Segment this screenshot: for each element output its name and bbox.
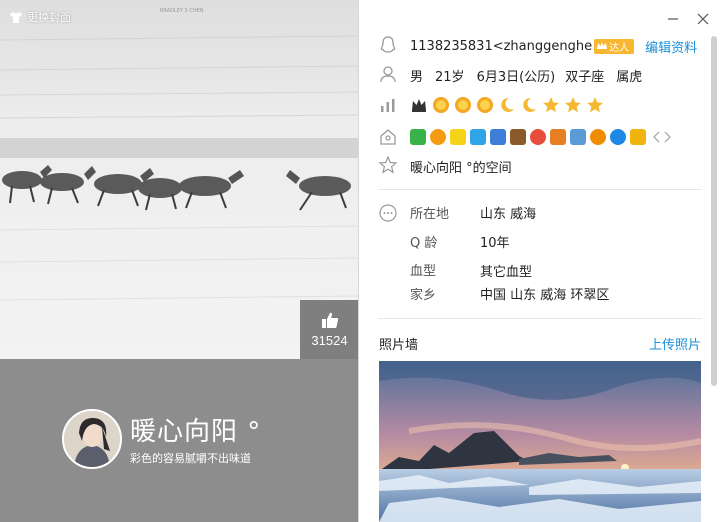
star-icon [565,97,581,113]
star-icon [587,97,603,113]
detail-value-blood-type: 其它血型 [480,265,533,280]
qq-penguin-outline-icon [380,36,396,53]
divider [378,189,702,190]
star-outline-icon [378,155,398,174]
avatar[interactable] [62,409,122,469]
chevron-right-icon[interactable] [662,130,672,144]
photo-wall-image[interactable] [379,361,701,522]
services-row [410,127,672,147]
qq-farm-icon[interactable] [510,129,526,145]
scrollbar-thumb[interactable] [711,36,717,386]
chevron-left-icon[interactable] [652,130,662,144]
home-icon [380,129,396,145]
birthday: 6月3日(公历) [476,69,556,85]
edit-profile-link[interactable]: 编辑资料 [645,37,697,56]
detail-label-hometown: 家乡 [410,288,437,303]
moon-icon [523,97,536,112]
divider [378,318,702,319]
upload-photo-link[interactable]: 上传照片 [649,334,701,353]
level-chart-icon [381,99,395,112]
like-button[interactable]: 31524 [300,300,358,359]
qq-vip-icon[interactable] [410,129,426,145]
detail-value-location: 山东 威海 [480,207,537,222]
qq-star-icon[interactable] [450,129,466,145]
level-row[interactable] [410,95,604,115]
photo-wall-title: 照片墙 [379,337,419,353]
qq-eye-icon[interactable] [530,129,546,145]
vip-badge[interactable]: 达人 [594,38,635,54]
change-cover-label: 更换封面 [27,11,71,24]
change-cover-button[interactable]: 更换封面 [10,9,71,25]
qq-id-row: 1138235831<zhanggenghe 达人 编辑资料 [410,36,697,56]
qq-penguin-icon[interactable] [610,129,626,145]
gender: 男 [410,69,424,85]
age: 21岁 [435,69,465,85]
cover-panel: BRADLEY S CHEN 更换封面 31524 暖心向阳 ° 彩色的容易腻嚼… [0,0,359,522]
sun-icon [455,97,471,113]
cover-watermark: BRADLEY S CHEN [160,8,204,14]
crown-badge-icon [597,42,608,49]
qq-id: 1138235831<zhanggenghe [410,38,593,54]
person-icon [380,66,396,83]
detail-label-location: 所在地 [410,207,450,222]
detail-label-q-age: Q 龄 [410,236,438,251]
vip-badge-label: 达人 [609,42,630,54]
qq-game-icon[interactable] [430,129,446,145]
like-count: 31524 [311,333,348,348]
signature: 彩色的容易腻嚼不出味道 [130,452,251,465]
sun-icon [477,97,493,113]
crown-icon [412,99,426,112]
space-row[interactable]: 暖心向阳 °的空间 [410,156,512,176]
detail-label-blood-type: 血型 [410,264,437,279]
photo-wall-header: 照片墙 [379,334,419,353]
qq-photo-icon[interactable] [490,129,506,145]
profile-panel: 1138235831<zhanggenghe 达人 编辑资料 男 21岁 6月3… [360,0,722,522]
upload-photo-row: 上传照片 [649,334,701,353]
close-icon[interactable] [696,12,710,26]
sun-icon [433,97,449,113]
qq-app-icon[interactable] [470,129,486,145]
more-icon [379,204,397,222]
zodiac: 双子座 [565,69,605,85]
minimize-icon[interactable] [666,12,680,26]
shirt-icon [10,11,22,23]
thumbs-up-icon [321,312,338,328]
qq-music-icon[interactable] [590,129,606,145]
qq-mail-icon[interactable] [570,129,586,145]
qq-pet-icon[interactable] [550,129,566,145]
star-icon [543,97,559,113]
qq-wallet-icon[interactable] [630,129,646,145]
nickname: 暖心向阳 ° [130,417,262,447]
moon-icon [501,97,514,112]
basic-info-row: 男 21岁 6月3日(公历) 双子座 属虎 [410,65,642,85]
chinese-zodiac: 属虎 [616,69,643,85]
detail-value-hometown: 中国 山东 威海 环翠区 [480,288,610,303]
detail-value-q-age: 10年 [480,236,510,251]
avatar-image [64,411,120,467]
space-link[interactable]: 暖心向阳 °的空间 [410,157,512,176]
